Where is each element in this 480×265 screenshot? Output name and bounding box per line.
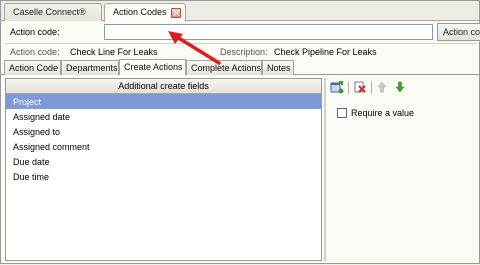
action-code-search-input[interactable] <box>104 24 433 40</box>
grid-row-due-time[interactable]: Due time <box>6 169 321 184</box>
delete-icon[interactable] <box>353 80 367 94</box>
grid-row-assigned-date[interactable]: Assigned date <box>6 109 321 124</box>
tab-label: Departments <box>66 63 118 73</box>
require-value-label: Require a value <box>351 108 415 118</box>
action-code-info: Action code: Check Line For Leaks Descri… <box>1 44 479 59</box>
tab-action-code[interactable]: Action Code <box>4 60 61 75</box>
tab-label: Caselle Connect® <box>13 7 86 17</box>
tab-departments[interactable]: Departments <box>61 60 119 75</box>
tab-action-codes[interactable]: Action Codes <box>104 3 186 22</box>
close-tab-icon[interactable] <box>171 8 181 18</box>
grid-row-due-date[interactable]: Due date <box>6 154 321 169</box>
move-down-icon[interactable] <box>393 80 407 94</box>
action-code-value: Check Line For Leaks <box>70 47 158 57</box>
description-label: Description: <box>220 47 268 57</box>
description-value: Check Pipeline For Leaks <box>274 47 377 57</box>
action-code-search-row: Action code: Action code <box>1 21 480 43</box>
require-value-checkbox[interactable] <box>337 108 347 118</box>
move-up-icon[interactable] <box>375 80 389 94</box>
tab-complete-actions[interactable]: Complete Actions <box>186 60 262 75</box>
section-tab-bar: Action Code Departments Create Actions C… <box>1 59 479 75</box>
tab-notes[interactable]: Notes <box>262 60 294 75</box>
tab-label: Complete Actions <box>191 63 262 73</box>
tab-label: Action Code <box>9 63 59 73</box>
grid-row-assigned-to[interactable]: Assigned to <box>6 124 321 139</box>
toolbar-separator <box>371 81 372 94</box>
grid-header[interactable]: Additional create fields <box>6 79 321 94</box>
panel-splitter[interactable] <box>324 78 326 261</box>
document-tab-bar: Caselle Connect® Action Codes <box>1 1 479 22</box>
add-field-icon[interactable] <box>330 80 344 94</box>
grid-row-assigned-comment[interactable]: Assigned comment <box>6 139 321 154</box>
action-code-search-label: Action code: <box>10 27 60 37</box>
action-code-lookup-button[interactable]: Action code <box>437 23 480 41</box>
tab-caselle-connect[interactable]: Caselle Connect® <box>4 3 102 21</box>
tab-label: Create Actions <box>124 62 183 72</box>
create-fields-grid: Additional create fields Project Assigne… <box>5 78 322 261</box>
toolbar-separator <box>348 81 349 94</box>
application-window: Caselle Connect® Action Codes Action cod… <box>0 0 480 264</box>
tab-label: Notes <box>267 63 291 73</box>
tab-create-actions[interactable]: Create Actions <box>119 59 186 75</box>
tab-label: Action Codes <box>113 7 167 17</box>
action-code-label: Action code: <box>10 47 60 57</box>
grid-row-project[interactable]: Project <box>6 94 321 109</box>
